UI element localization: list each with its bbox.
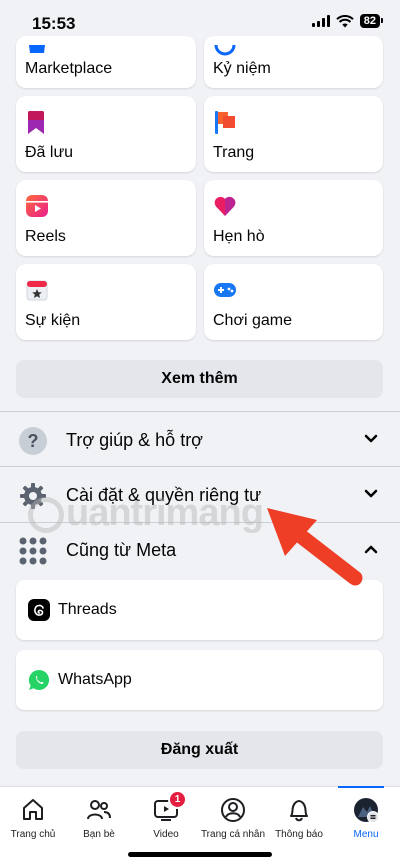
events-calendar-icon (26, 280, 48, 301)
svg-text:?: ? (28, 431, 39, 451)
chevron-up-icon (364, 545, 378, 554)
video-notification-badge: 1 (168, 790, 187, 809)
threads-label: Threads (58, 601, 117, 618)
annotation-arrow-icon (267, 508, 363, 586)
shortcut-saved[interactable]: Đã lưu (16, 96, 196, 172)
help-support-label: Trợ giúp & hỗ trợ (66, 430, 203, 450)
saved-bookmark-icon (28, 111, 44, 134)
watermark: uantrimang (28, 492, 264, 535)
shortcut-label: Đã lưu (25, 144, 74, 161)
shortcut-label: Kỷ niệm (213, 60, 271, 77)
dating-heart-icon (214, 196, 236, 216)
chevron-down-icon (364, 489, 378, 498)
whatsapp-app-card[interactable]: WhatsApp (16, 650, 383, 710)
shortcut-memories[interactable]: Kỷ niệm (204, 36, 383, 88)
chevron-down-icon (364, 434, 378, 443)
home-indicator (128, 852, 272, 857)
battery-indicator: 82 (359, 14, 384, 28)
tab-label: Video (153, 829, 179, 840)
shortcut-label: Trang (213, 144, 255, 161)
pages-flag-icon (215, 111, 235, 134)
shortcut-dating[interactable]: Hẹn hò (204, 180, 383, 256)
active-tab-indicator (338, 786, 384, 788)
shortcut-pages[interactable]: Trang (204, 96, 383, 172)
shortcut-reels[interactable]: Reels (16, 180, 196, 256)
profile-icon (221, 798, 245, 822)
tab-notifications[interactable]: Thông báo (266, 787, 332, 847)
tab-label: Bạn bè (83, 829, 115, 840)
whatsapp-icon (28, 669, 50, 690)
status-icons: 82 (311, 14, 384, 28)
status-time: 15:53 (32, 14, 76, 33)
tab-label: Thông báo (275, 829, 323, 840)
home-icon (23, 799, 43, 820)
marketplace-icon (29, 45, 45, 53)
reels-icon (26, 195, 48, 217)
meta-grid-icon (19, 537, 47, 565)
shortcut-label: Reels (25, 228, 66, 245)
shortcut-label: Hẹn hò (213, 228, 265, 245)
shortcut-label: Marketplace (25, 60, 113, 77)
watermark-text: uantrimang (66, 492, 264, 534)
threads-icon (28, 599, 50, 621)
logout-button[interactable]: Đăng xuất (16, 731, 383, 769)
tab-profile[interactable]: Trang cá nhân (200, 787, 266, 847)
whatsapp-label: WhatsApp (58, 671, 132, 688)
tab-video[interactable]: Video (133, 787, 199, 847)
shortcut-label: Sự kiện (25, 312, 81, 329)
wifi-icon (336, 14, 354, 27)
shortcut-marketplace[interactable]: Marketplace (16, 36, 196, 88)
tab-menu[interactable]: Menu (333, 787, 399, 847)
threads-app-card[interactable]: Threads (16, 580, 383, 640)
tab-label: Trang chủ (10, 829, 56, 840)
tab-friends[interactable]: Bạn bè (66, 787, 132, 847)
tab-label: Trang cá nhân (200, 829, 266, 840)
gaming-controller-icon (214, 283, 236, 297)
memories-icon (214, 44, 236, 56)
shortcut-label: Chơi game (213, 312, 292, 329)
shortcut-events[interactable]: Sự kiện (16, 264, 196, 340)
help-support-row[interactable]: ? Trợ giúp & hỗ trợ (0, 412, 400, 468)
tab-home[interactable]: Trang chủ (0, 787, 66, 847)
shortcut-gaming[interactable]: Chơi game (204, 264, 383, 340)
see-more-button[interactable]: Xem thêm (16, 360, 383, 398)
cellular-signal-icon (311, 15, 330, 27)
question-icon: ? (19, 427, 47, 455)
tab-label: Menu (353, 829, 379, 840)
bell-icon (290, 800, 308, 822)
avatar-menu-icon (354, 798, 379, 823)
friends-icon (87, 800, 111, 820)
also-from-meta-label: Cũng từ Meta (66, 540, 177, 560)
